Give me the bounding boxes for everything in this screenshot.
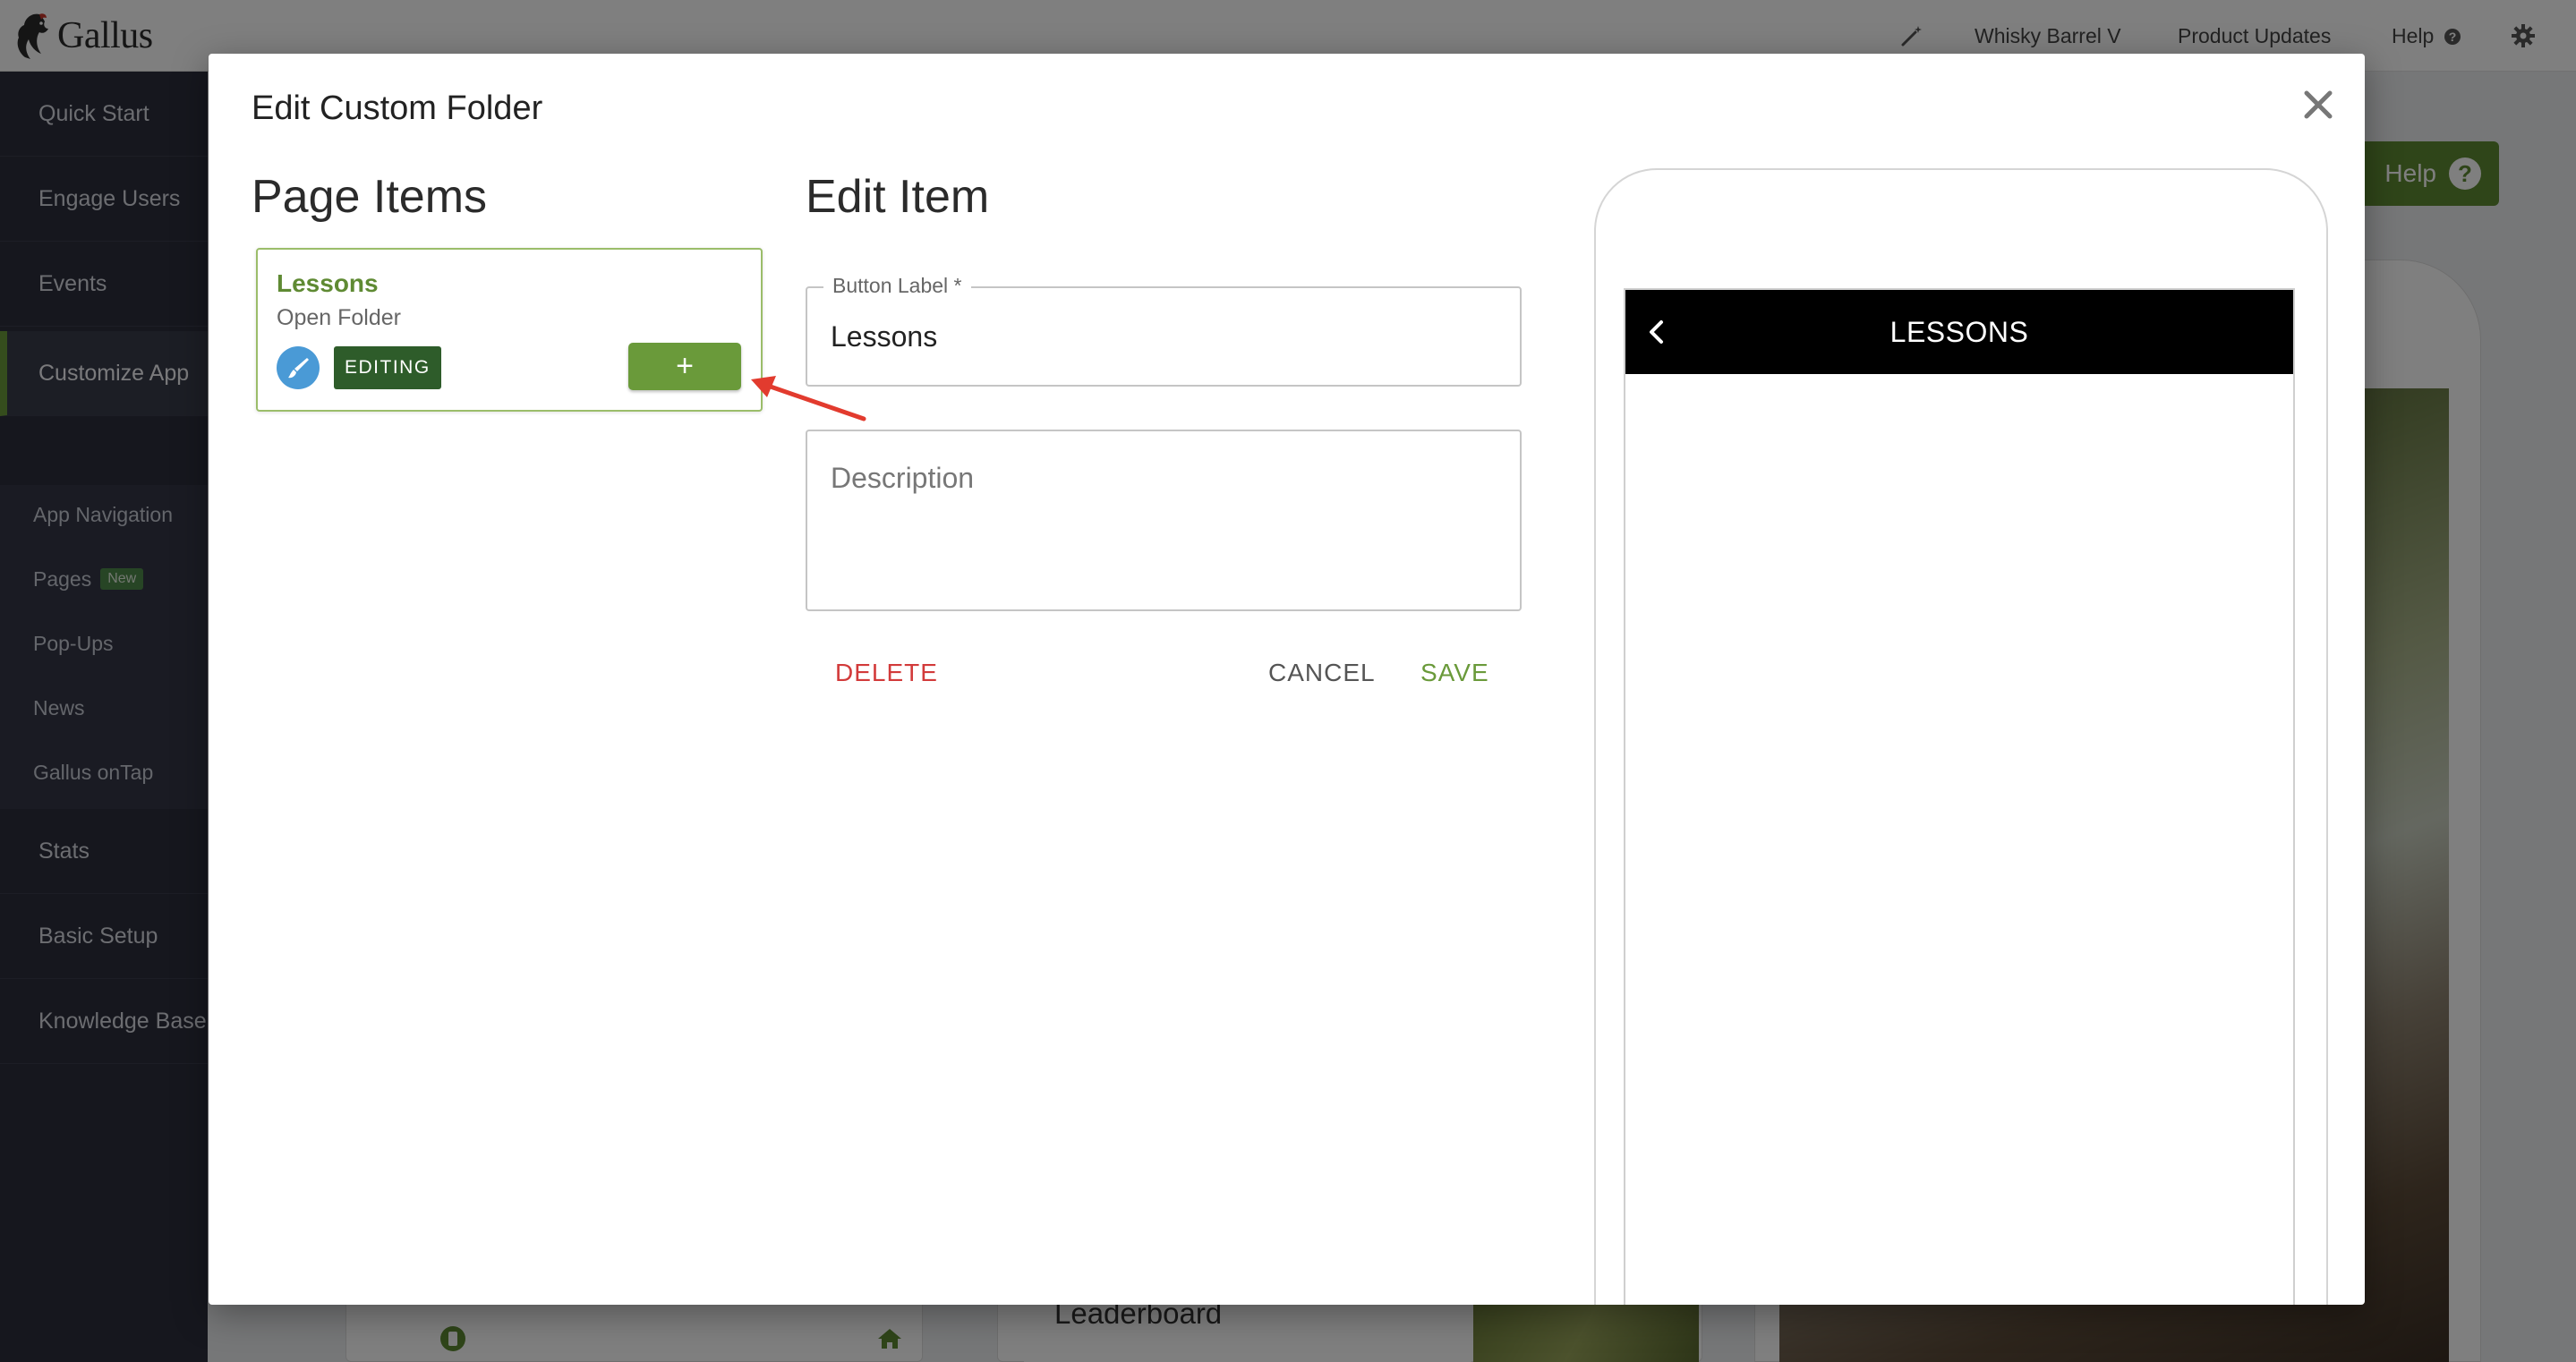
page-item-card[interactable]: Lessons Open Folder EDITING + xyxy=(256,248,763,412)
button-label-label: Button Label * xyxy=(823,274,971,298)
chevron-left-icon[interactable] xyxy=(1642,317,1672,347)
phone-preview-header: LESSONS xyxy=(1625,290,2293,374)
modal-title: Edit Custom Folder xyxy=(252,89,543,127)
page-item-name: Lessons xyxy=(277,269,379,297)
phone-preview-screen: LESSONS xyxy=(1624,288,2295,1305)
delete-button[interactable]: DELETE xyxy=(835,659,938,687)
brush-glyph xyxy=(288,358,309,379)
page-items-title: Page Items xyxy=(252,171,488,223)
cancel-button[interactable]: CANCEL xyxy=(1268,659,1376,687)
description-field xyxy=(806,430,1522,611)
description-input[interactable] xyxy=(831,462,1493,596)
save-button[interactable]: SAVE xyxy=(1420,659,1489,687)
edit-item-title: Edit Item xyxy=(806,171,990,223)
button-label-field: Button Label * xyxy=(806,274,1522,387)
button-label-input[interactable] xyxy=(831,320,1493,353)
phone-preview-title: LESSONS xyxy=(1889,315,2029,348)
close-icon[interactable] xyxy=(2299,86,2337,123)
page-item-type: Open Folder xyxy=(277,305,401,330)
paint-brush-icon[interactable] xyxy=(277,346,320,389)
editing-badge: EDITING xyxy=(334,346,441,389)
add-sub-item-button[interactable]: + xyxy=(628,343,741,390)
edit-custom-folder-modal: Edit Custom Folder Page Items Edit Item … xyxy=(209,54,2365,1305)
